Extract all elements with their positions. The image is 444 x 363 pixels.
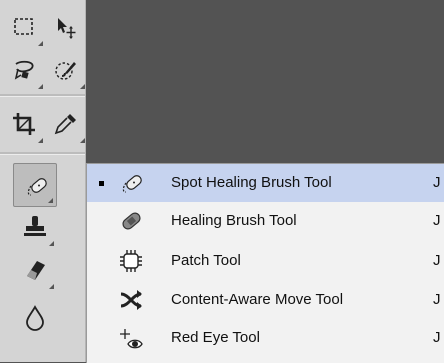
selected-bullet — [99, 181, 104, 186]
stamp-icon — [24, 216, 46, 236]
tool-flyout-menu: Spot Healing Brush Tool J Healing Brush … — [86, 163, 444, 363]
red-eye-icon — [120, 329, 143, 349]
menu-item-shortcut: J — [433, 291, 441, 308]
menu-item-healing-brush-tool[interactable]: Healing Brush Tool J — [87, 202, 444, 240]
magnetic-lasso-icon — [14, 60, 34, 80]
quick-selection-tool[interactable] — [44, 48, 88, 92]
menu-item-shortcut: J — [433, 212, 441, 229]
tools-panel — [0, 0, 86, 362]
eyedropper-tool[interactable] — [44, 102, 88, 146]
menu-item-shortcut: J — [433, 174, 441, 191]
menu-item-spot-healing-brush-tool[interactable]: Spot Healing Brush Tool J — [87, 164, 444, 202]
eyedropper-icon — [54, 114, 76, 135]
menu-item-label: Content-Aware Move Tool — [171, 291, 344, 308]
spot-healing-brush-icon — [27, 178, 47, 196]
menu-item-patch-tool[interactable]: Patch Tool J — [87, 242, 444, 280]
move-icon — [58, 18, 76, 39]
menu-item-label: Red Eye Tool — [171, 329, 260, 346]
eraser-icon — [27, 261, 45, 280]
water-drop-icon — [26, 305, 44, 331]
rectangular-marquee-tool[interactable] — [2, 5, 46, 49]
eraser-tool[interactable] — [13, 248, 57, 292]
crop-icon — [13, 113, 35, 135]
menu-item-shortcut: J — [433, 329, 441, 346]
menu-item-label: Patch Tool — [171, 252, 241, 269]
menu-item-label: Healing Brush Tool — [171, 212, 297, 229]
marquee-icon — [14, 18, 33, 35]
blur-tool[interactable] — [13, 296, 57, 340]
spot-healing-icon — [122, 175, 142, 193]
menu-item-content-aware-move-tool[interactable]: Content-Aware Move Tool J — [87, 281, 444, 319]
menu-item-shortcut: J — [433, 252, 441, 269]
menu-item-red-eye-tool[interactable]: Red Eye Tool J — [87, 319, 444, 357]
menu-item-label: Spot Healing Brush Tool — [171, 174, 332, 191]
bandage-icon — [122, 212, 141, 230]
quick-selection-icon — [55, 62, 76, 80]
move-tool[interactable] — [44, 5, 88, 49]
crossed-arrows-icon — [120, 290, 142, 310]
crop-tool[interactable] — [2, 102, 46, 146]
clone-stamp-tool[interactable] — [13, 205, 57, 249]
spot-healing-brush-tool[interactable] — [13, 163, 57, 207]
patch-icon — [120, 250, 142, 272]
lasso-tool[interactable] — [2, 48, 46, 92]
